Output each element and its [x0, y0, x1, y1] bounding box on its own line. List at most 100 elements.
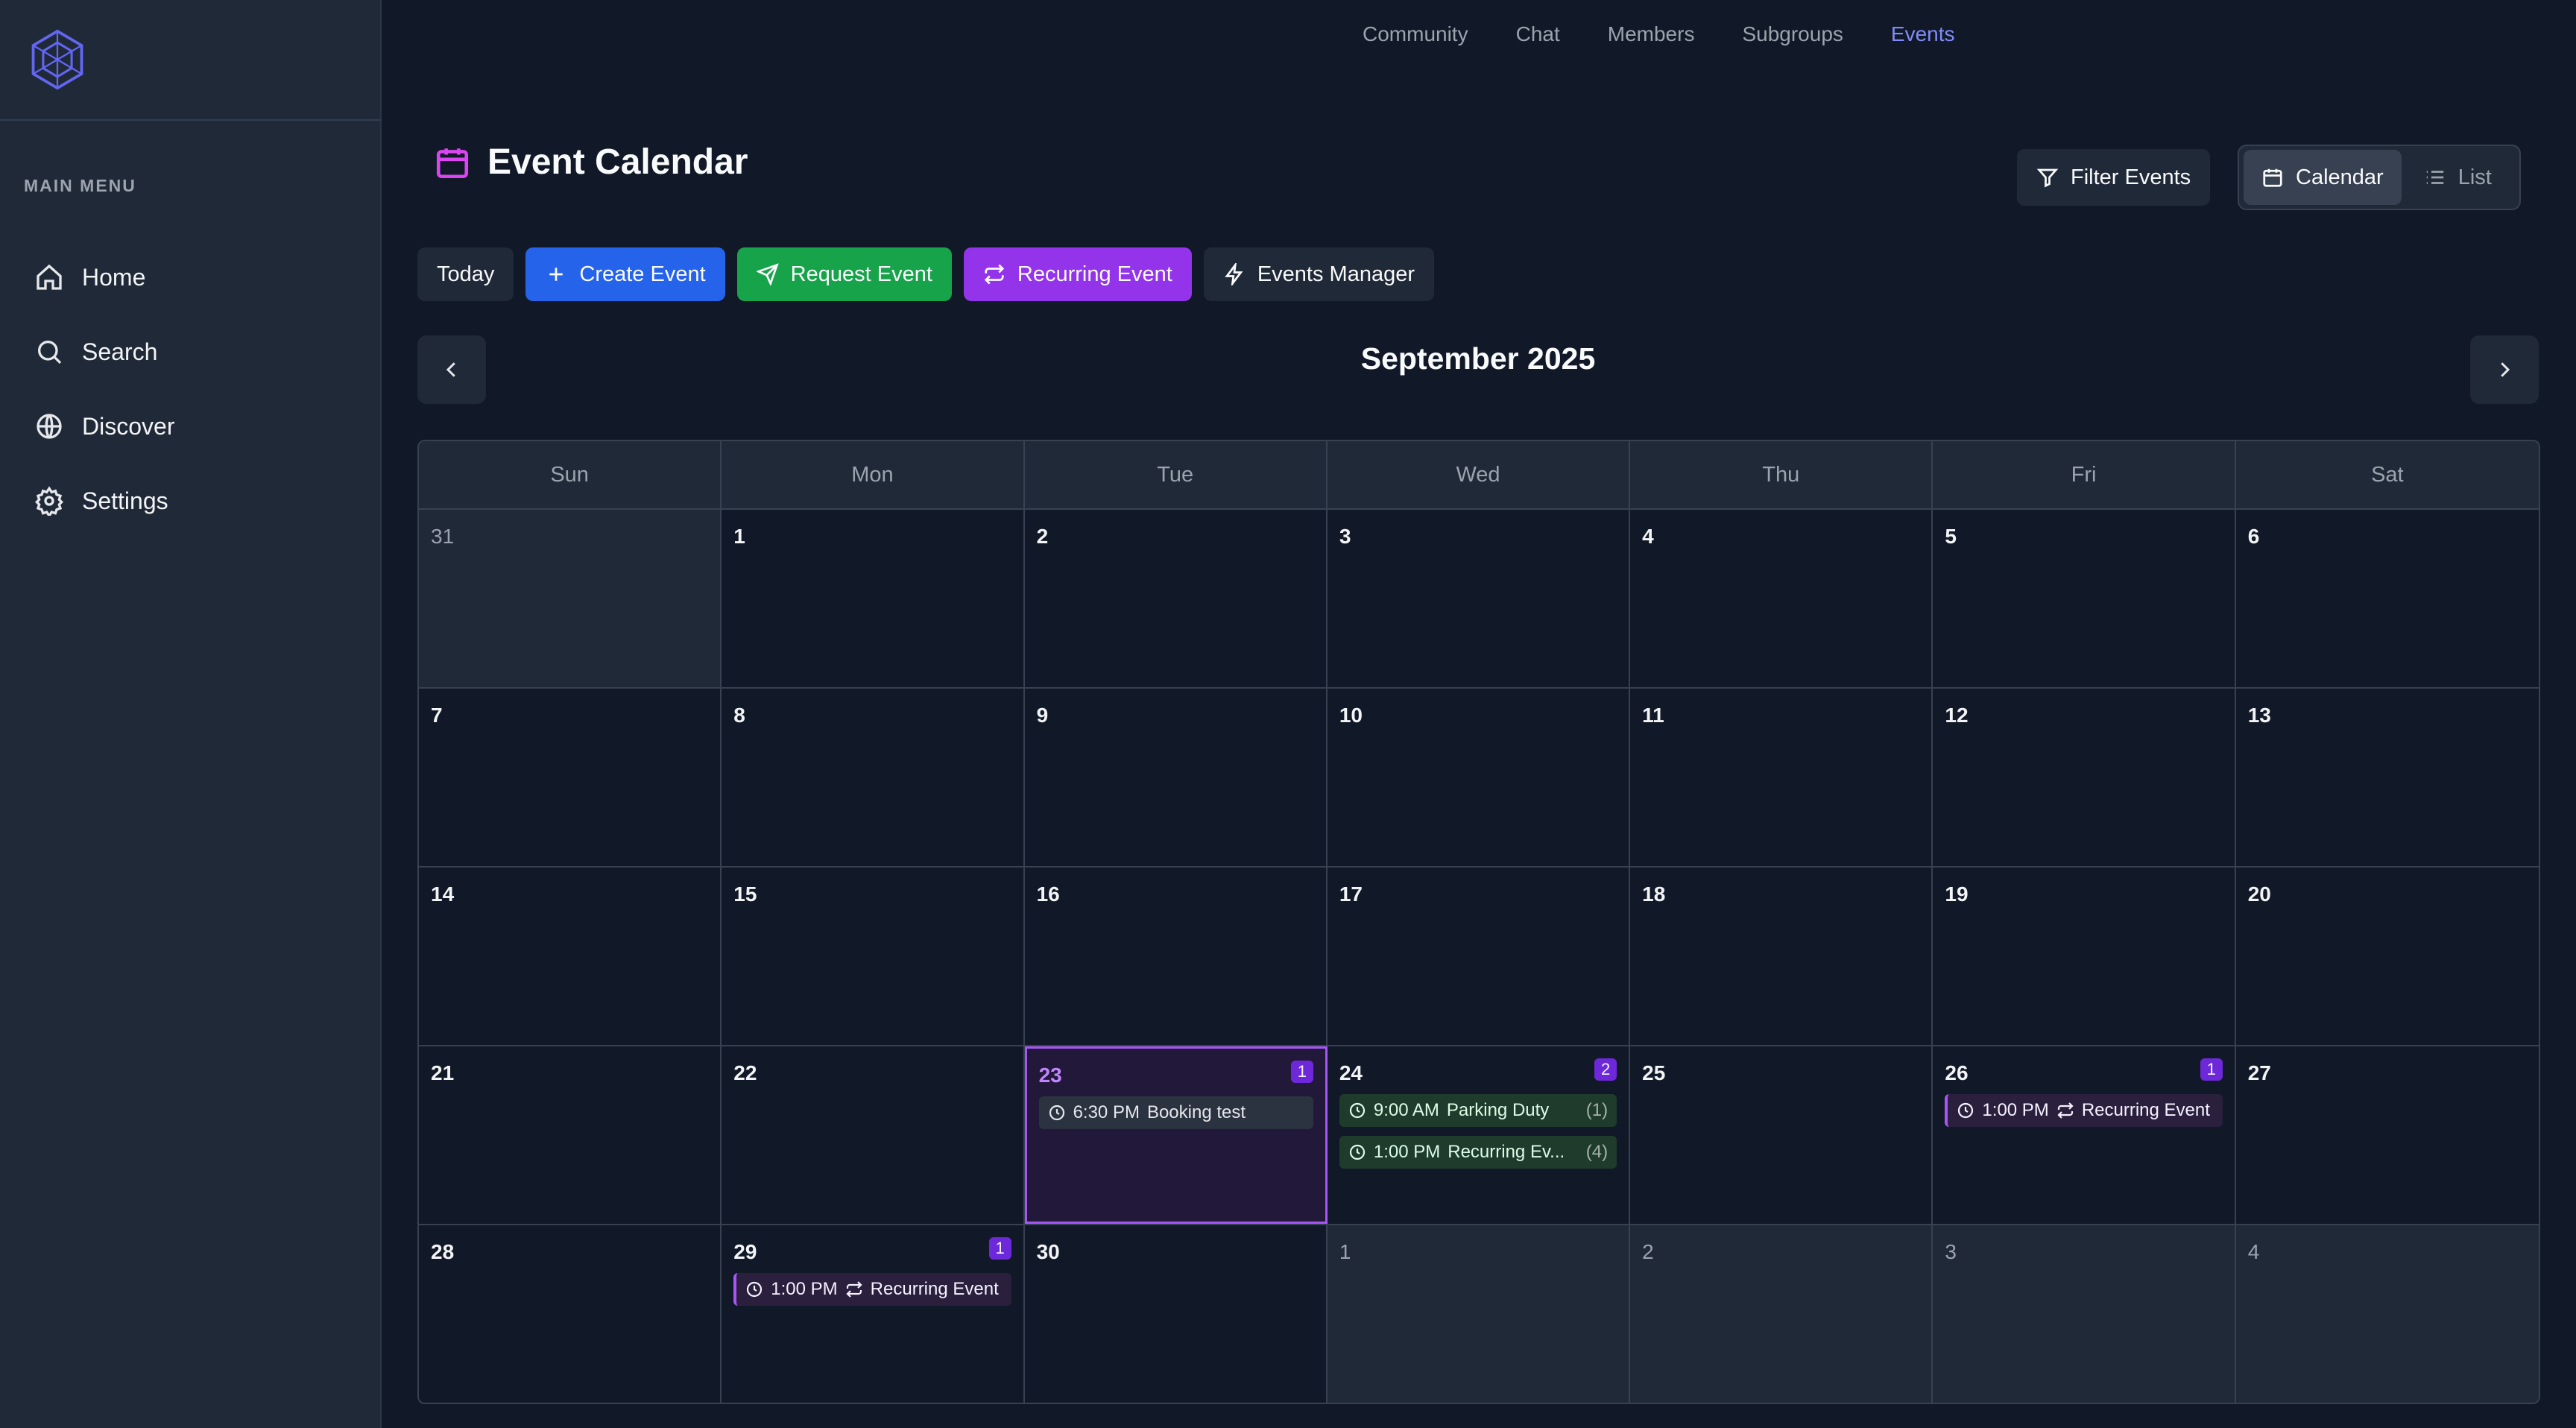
day-number: 17 — [1339, 882, 1363, 906]
day-cell[interactable]: 15 — [722, 868, 1025, 1045]
recurring-event-button[interactable]: Recurring Event — [963, 247, 1192, 301]
calendar-event[interactable]: 6:30 PM Booking test — [1038, 1096, 1313, 1129]
day-number: 4 — [1642, 525, 1654, 548]
weekday-label: Fri — [1933, 441, 2236, 508]
day-number: 4 — [2247, 1240, 2260, 1263]
day-cell[interactable]: 10 — [1328, 689, 1631, 866]
action-bar: Today Create Event Request Event Recurri… — [417, 247, 1434, 301]
chevron-right-icon — [2501, 362, 2510, 377]
day-cell[interactable]: 3 — [1933, 1225, 2236, 1403]
event-time: 9:00 AM — [1373, 1100, 1439, 1120]
today-button[interactable]: Today — [417, 247, 514, 301]
filter-events-label: Filter Events — [2071, 165, 2191, 189]
calendar-week: 21 22 23 1 6:30 PM Booking test 24 2 9:0… — [419, 1045, 2539, 1224]
day-number: 3 — [1945, 1240, 1957, 1263]
day-cell[interactable]: 24 2 9:00 AM Parking Duty (1) 1:00 PM Re… — [1328, 1046, 1631, 1224]
day-cell[interactable]: 3 — [1328, 510, 1631, 687]
previous-month-button[interactable] — [417, 335, 486, 404]
event-title: Booking test — [1146, 1102, 1246, 1122]
calendar-event[interactable]: 1:00 PM Recurring Event — [1945, 1094, 2223, 1127]
create-event-button[interactable]: Create Event — [525, 247, 725, 301]
calendar-event[interactable]: 1:00 PM Recurring Event — [733, 1273, 1011, 1306]
day-cell[interactable]: 28 — [419, 1225, 722, 1403]
sidebar-item-settings[interactable]: Settings — [24, 464, 358, 538]
day-number: 3 — [1339, 525, 1351, 548]
day-cell[interactable]: 25 — [1630, 1046, 1933, 1224]
day-cell[interactable]: 1 — [1327, 1225, 1631, 1403]
nav-chat[interactable]: Chat — [1516, 22, 1560, 46]
day-cell[interactable]: 20 — [2236, 868, 2539, 1045]
sidebar-item-home[interactable]: Home — [24, 240, 358, 315]
send-icon — [756, 263, 779, 285]
day-number: 26 — [1945, 1061, 1969, 1084]
day-number: 2 — [1642, 1240, 1654, 1263]
logo-area — [0, 0, 380, 121]
day-number: 22 — [733, 1061, 757, 1084]
nav-subgroups[interactable]: Subgroups — [1742, 22, 1843, 46]
clock-icon — [1349, 1144, 1365, 1160]
event-title: Recurring Event — [870, 1279, 999, 1299]
day-number: 1 — [733, 525, 745, 548]
day-cell[interactable]: 31 — [419, 510, 722, 687]
calendar-view-button[interactable]: Calendar — [2244, 150, 2402, 205]
sidebar-item-label: Discover — [82, 412, 175, 440]
calendar-event[interactable]: 1:00 PM Recurring Ev... (4) — [1339, 1136, 1617, 1169]
day-cell[interactable]: 2 — [1025, 510, 1328, 687]
repeat-icon — [984, 264, 1005, 285]
day-cell[interactable]: 5 — [1933, 510, 2236, 687]
request-event-button[interactable]: Request Event — [736, 247, 952, 301]
day-cell[interactable]: 16 — [1025, 868, 1328, 1045]
calendar-event[interactable]: 9:00 AM Parking Duty (1) — [1339, 1094, 1617, 1127]
filter-events-button[interactable]: Filter Events — [2017, 149, 2211, 206]
day-number: 10 — [1339, 704, 1363, 727]
recurring-event-label: Recurring Event — [1017, 262, 1172, 286]
day-number: 1 — [1339, 1240, 1351, 1263]
sidebar-item-search[interactable]: Search — [24, 315, 358, 389]
day-cell[interactable]: 17 — [1328, 868, 1631, 1045]
list-view-button[interactable]: List — [2406, 150, 2510, 205]
day-number: 25 — [1642, 1061, 1666, 1084]
day-number: 5 — [1945, 525, 1957, 548]
events-manager-button[interactable]: Events Manager — [1203, 247, 1434, 301]
sidebar-nav: Home Search Discover Settings — [24, 240, 358, 538]
day-cell[interactable]: 18 — [1630, 868, 1933, 1045]
day-cell[interactable]: 27 — [2236, 1046, 2539, 1224]
weekday-label: Tue — [1025, 441, 1328, 508]
day-cell[interactable]: 2 — [1630, 1225, 1933, 1403]
day-cell[interactable]: 9 — [1025, 689, 1328, 866]
day-cell[interactable]: 4 — [2235, 1225, 2539, 1403]
day-cell[interactable]: 6 — [2236, 510, 2539, 687]
clock-icon — [1049, 1105, 1064, 1121]
search-icon — [38, 341, 62, 364]
day-number: 30 — [1036, 1240, 1060, 1263]
day-cell[interactable]: 8 — [722, 689, 1025, 866]
day-number: 16 — [1036, 882, 1060, 906]
day-cell[interactable]: 7 — [419, 689, 722, 866]
day-number: 11 — [1642, 704, 1664, 727]
day-cell-today[interactable]: 23 1 6:30 PM Booking test — [1024, 1046, 1328, 1224]
day-number: 31 — [431, 525, 455, 548]
sidebar-item-discover[interactable]: Discover — [24, 389, 358, 464]
plus-icon — [549, 268, 564, 281]
day-cell[interactable]: 1 — [722, 510, 1025, 687]
day-cell[interactable]: 19 — [1933, 868, 2236, 1045]
day-cell[interactable]: 14 — [419, 868, 722, 1045]
logo-icon[interactable] — [28, 28, 86, 91]
nav-members[interactable]: Members — [1608, 22, 1695, 46]
day-cell[interactable]: 4 — [1630, 510, 1933, 687]
event-time: 1:00 PM — [771, 1279, 838, 1299]
day-cell[interactable]: 26 1 1:00 PM Recurring Event — [1933, 1046, 2236, 1224]
day-cell[interactable]: 29 1 1:00 PM Recurring Event — [722, 1225, 1025, 1403]
day-cell[interactable]: 22 — [722, 1046, 1025, 1224]
nav-community[interactable]: Community — [1363, 22, 1468, 46]
next-month-button[interactable] — [2470, 335, 2539, 404]
day-cell[interactable]: 13 — [2236, 689, 2539, 866]
day-cell[interactable]: 12 — [1933, 689, 2236, 866]
weekday-label: Mon — [722, 441, 1025, 508]
day-cell[interactable]: 11 — [1630, 689, 1933, 866]
day-cell[interactable]: 30 — [1025, 1225, 1328, 1403]
nav-events[interactable]: Events — [1891, 22, 1955, 46]
day-cell[interactable]: 21 — [419, 1046, 722, 1224]
calendar-week: 28 29 1 1:00 PM Recurring Event 30 1 2 3… — [419, 1224, 2539, 1403]
today-label: Today — [437, 262, 495, 286]
